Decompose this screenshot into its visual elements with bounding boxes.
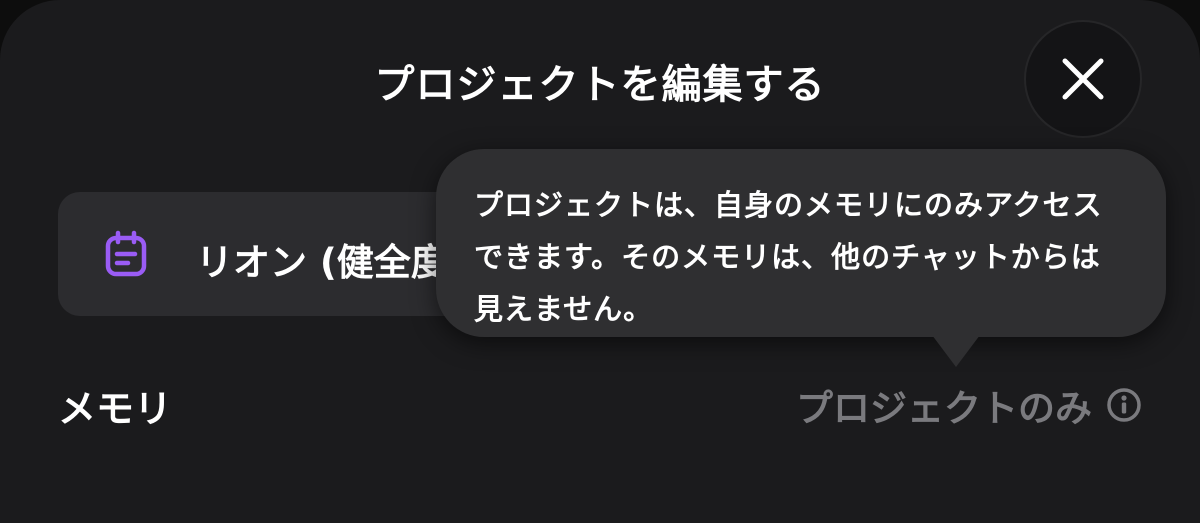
project-name-input[interactable]: リオン (健全度: [196, 232, 448, 286]
memory-label: メモリ: [58, 387, 173, 431]
close-button[interactable]: [1024, 20, 1142, 138]
page-title: プロジェクトを編集する: [374, 62, 826, 108]
tooltip-tail: [932, 335, 980, 367]
memory-setting-value: プロジェクトのみ: [796, 387, 1092, 430]
memory-setting-button[interactable]: プロジェクトのみ: [796, 378, 1142, 432]
edit-project-sheet: プロジェクトを編集する リオン (健全度 メモリ プロジェクトのみ プロジェクト…: [0, 0, 1200, 523]
memory-info-tooltip: プロジェクトは、自身のメモリにのみアクセスできます。そのメモリは、他のチャットか…: [436, 149, 1166, 367]
notepad-icon: [105, 230, 147, 277]
close-icon: [1062, 58, 1104, 100]
tooltip-text: プロジェクトは、自身のメモリにのみアクセスできます。そのメモリは、他のチャットか…: [474, 188, 1103, 326]
info-icon[interactable]: [1106, 387, 1142, 423]
